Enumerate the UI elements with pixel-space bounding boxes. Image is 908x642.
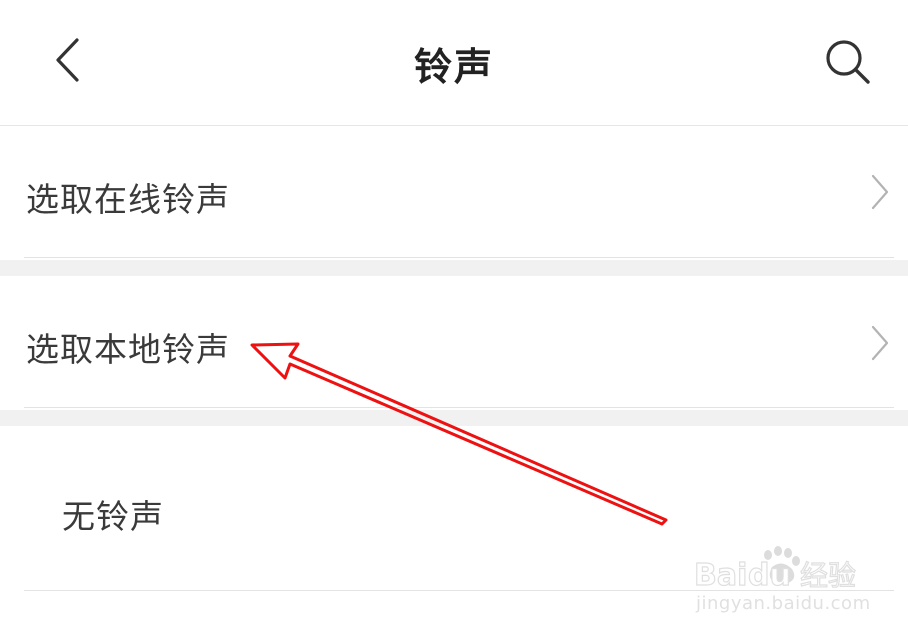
baidu-logo-icon: Bai du 经验 bbox=[693, 546, 857, 594]
baidu-watermark: Bai du 经验 jingyan.baidu.com bbox=[692, 545, 892, 625]
top-bar: 铃声 bbox=[0, 0, 908, 126]
row-label-none: 无铃声 bbox=[62, 497, 164, 536]
svg-text:du: du bbox=[748, 558, 791, 593]
search-icon bbox=[826, 40, 870, 84]
divider bbox=[24, 257, 894, 258]
svg-text:Bai: Bai bbox=[694, 558, 747, 593]
row-label-local: 选取本地铃声 bbox=[26, 330, 230, 369]
page-title: 铃声 bbox=[413, 45, 494, 89]
section-gap bbox=[0, 410, 908, 426]
select-online-ringtone-row[interactable]: 选取在线铃声 bbox=[0, 127, 908, 257]
row-label-online: 选取在线铃声 bbox=[26, 180, 230, 219]
ringtone-screen: 铃声 选取在线铃声 选取本地铃声 无铃声 Bai du 经验 jingyan.b… bbox=[0, 0, 908, 642]
chevron-right-icon bbox=[866, 172, 894, 212]
chevron-right-icon bbox=[866, 323, 894, 363]
svg-text:经验: 经验 bbox=[800, 559, 856, 592]
watermark-url: jingyan.baidu.com bbox=[696, 593, 871, 614]
section-gap bbox=[0, 260, 908, 276]
select-local-ringtone-row[interactable]: 选取本地铃声 bbox=[0, 276, 908, 407]
search-button[interactable] bbox=[816, 30, 880, 94]
divider bbox=[24, 407, 894, 408]
